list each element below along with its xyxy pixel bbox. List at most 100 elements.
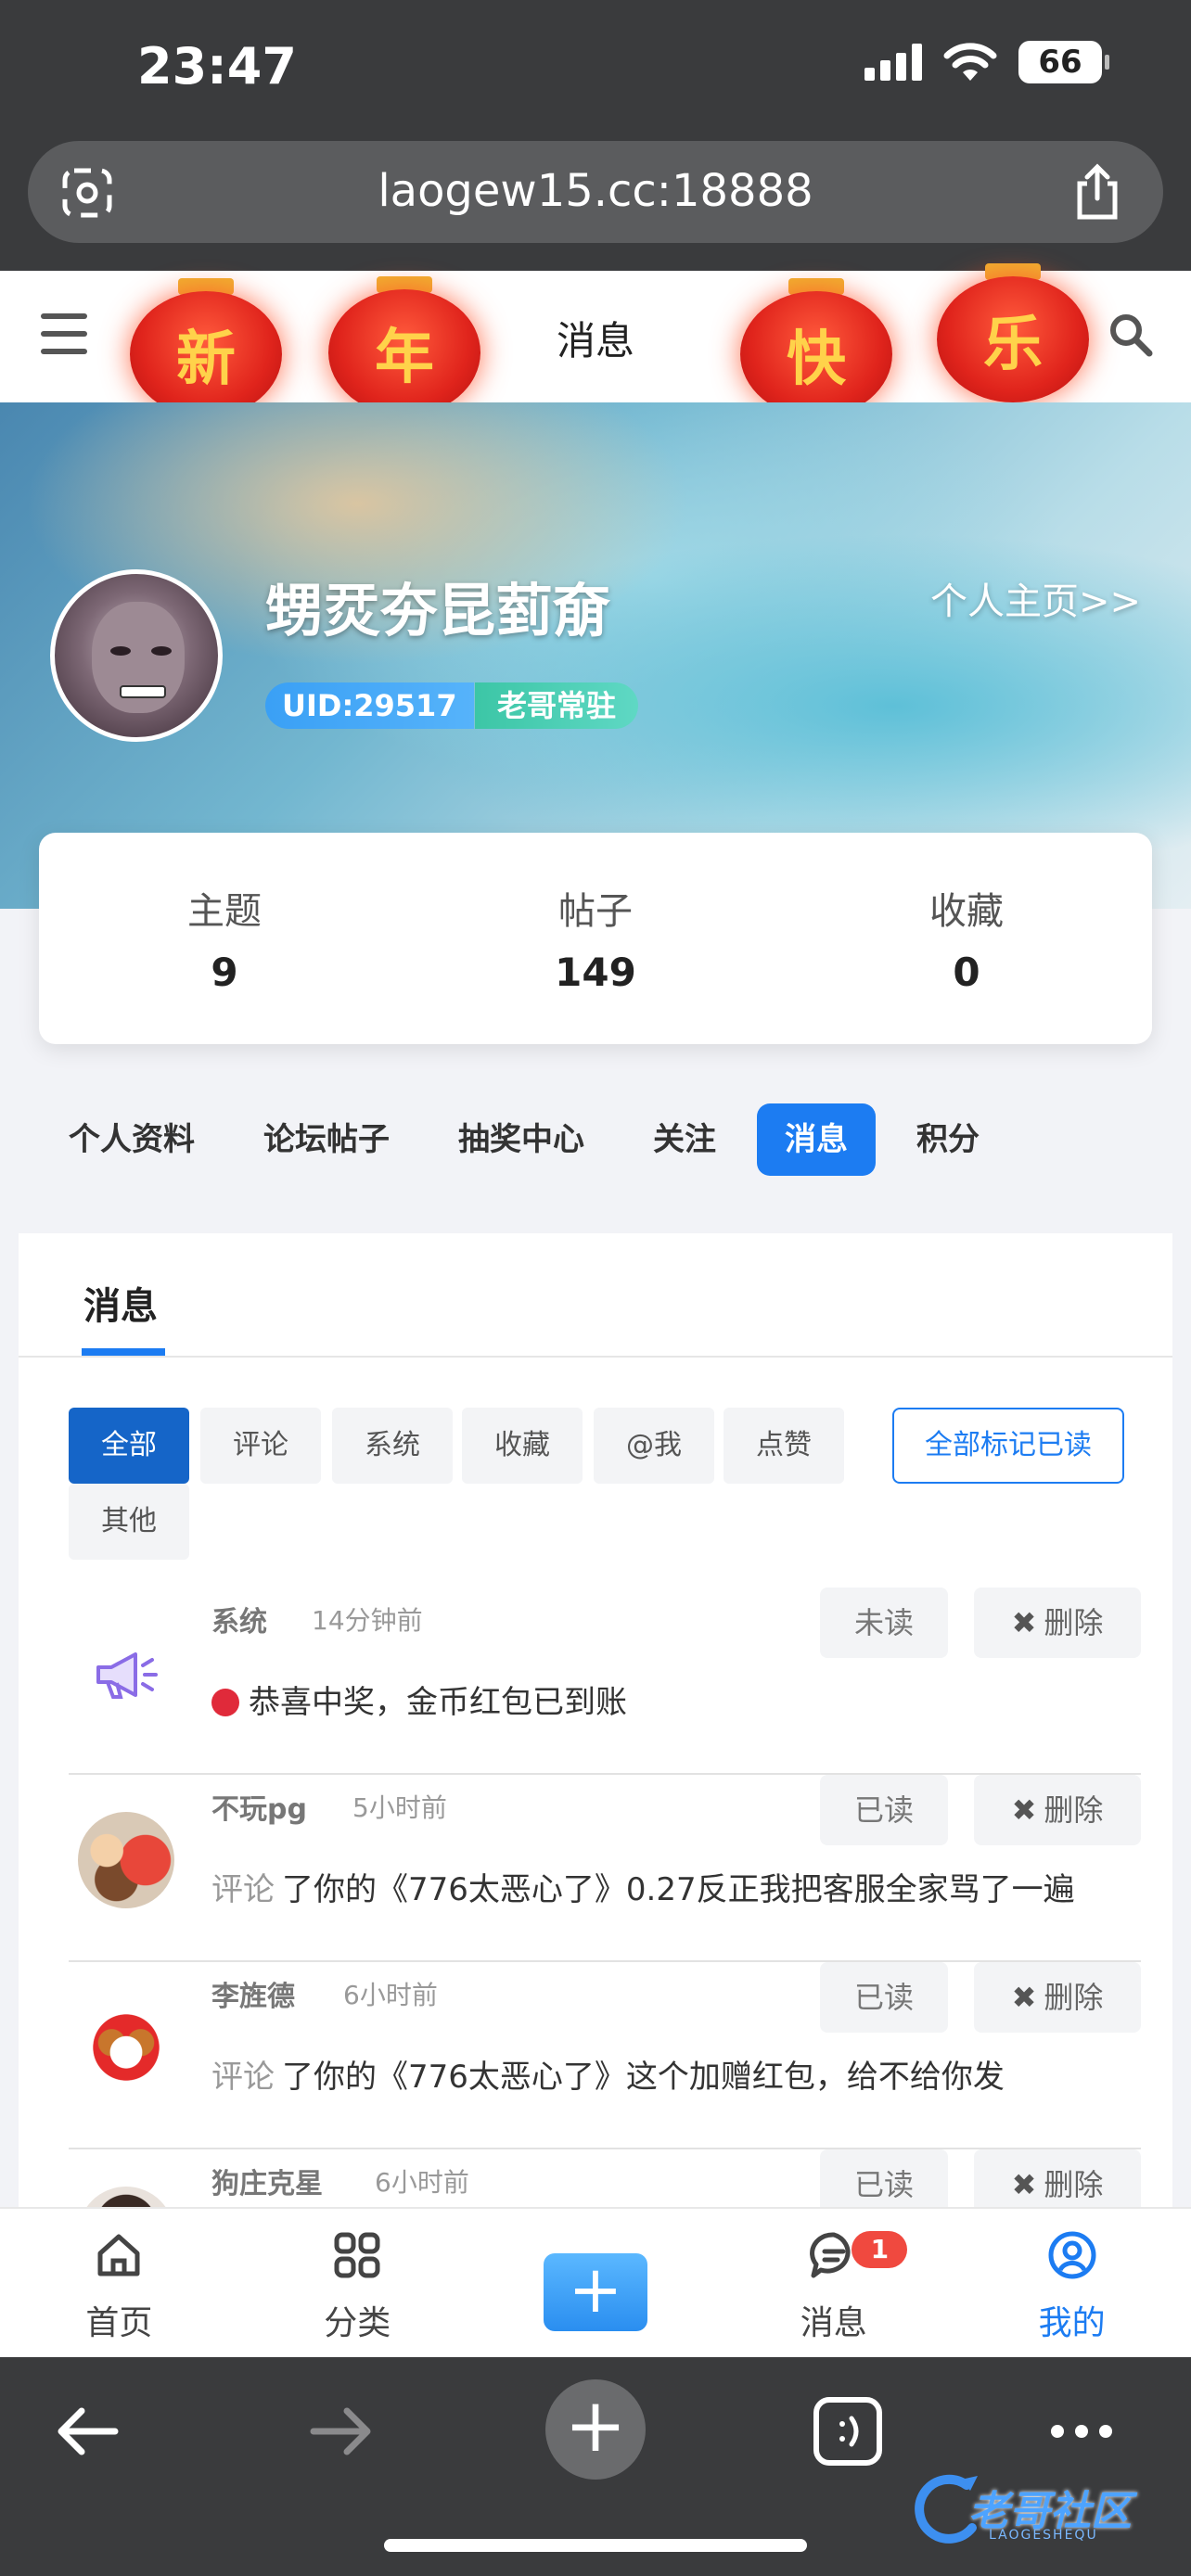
homepage-link[interactable]: 个人主页>> <box>930 571 1141 625</box>
stat-value: 9 <box>211 950 238 995</box>
filter-comments[interactable]: 评论 <box>200 1408 321 1484</box>
active-tab-indicator <box>82 1348 165 1356</box>
read-status-button[interactable]: 未读 <box>820 1588 948 1658</box>
tab-messages[interactable]: 消息 <box>757 1103 876 1176</box>
uid-badge: UID:29517 <box>265 682 474 729</box>
message-prefix: 评论 <box>211 1871 275 1908</box>
mark-all-read-button[interactable]: 全部标记已读 <box>892 1408 1124 1484</box>
share-icon[interactable] <box>1072 163 1122 221</box>
tab-lottery[interactable]: 抽奖中心 <box>430 1103 612 1176</box>
read-status-button[interactable]: 已读 <box>820 1775 948 1845</box>
nav-category[interactable]: 分类 <box>238 2209 477 2357</box>
stat-posts[interactable]: 帖子 149 <box>410 833 781 1044</box>
filter-likes[interactable]: 点赞 <box>724 1408 844 1484</box>
read-status-button[interactable]: 已读 <box>820 2149 948 2207</box>
tab-profile[interactable]: 个人资料 <box>41 1103 223 1176</box>
stat-value: 149 <box>555 950 636 995</box>
tab-forum-posts[interactable]: 论坛帖子 <box>236 1103 417 1176</box>
nav-messages[interactable]: 1 消息 <box>714 2209 953 2357</box>
bottom-nav: 首页 分类 + 1 消息 我的 <box>0 2207 1191 2357</box>
user-avatar[interactable] <box>50 569 223 742</box>
notification-badge: 1 <box>852 2231 908 2268</box>
delete-label: 删除 <box>1044 1980 1104 2015</box>
stat-label: 主题 <box>187 890 262 933</box>
nav-home[interactable]: 首页 <box>0 2209 238 2357</box>
close-icon: ✖ <box>1011 2167 1037 2202</box>
battery-icon: 66 <box>1018 41 1109 83</box>
close-icon: ✖ <box>1011 1792 1037 1828</box>
nav-label: 首页 <box>85 2304 153 2342</box>
delete-button[interactable]: ✖ 删除 <box>974 1775 1141 1845</box>
message-time: 14分钟前 <box>312 1605 423 1636</box>
filter-other[interactable]: 其他 <box>69 1484 189 1560</box>
search-icon[interactable] <box>1108 312 1154 358</box>
avatar[interactable] <box>78 1812 174 1908</box>
message-body: 恭喜中奖，金币红包已到账 <box>211 1677 627 1722</box>
message-sender[interactable]: 系统 <box>211 1599 267 1639</box>
wifi-icon <box>943 43 997 81</box>
watermark-logo: 老哥社区 LAOGESHEQU <box>911 2467 1180 2550</box>
stat-label: 帖子 <box>558 890 633 933</box>
message-item[interactable]: 不玩pg 5小时前 已读 ✖ 删除 评论 了你的《776太恶心了》0.27反正我把客… <box>69 1775 1141 1962</box>
nav-label: 我的 <box>1038 2304 1106 2342</box>
message-item[interactable]: 系统 14分钟前 未读 ✖ 删除 恭喜中奖，金币红包已到账 <box>69 1588 1141 1775</box>
message-time: 6小时前 <box>343 1980 438 2010</box>
home-icon <box>97 2234 140 2276</box>
delete-label: 删除 <box>1044 2167 1104 2202</box>
filter-favorites[interactable]: 收藏 <box>462 1408 583 1484</box>
back-arrow-icon[interactable] <box>50 2394 124 2468</box>
read-status-button[interactable]: 已读 <box>820 1962 948 2033</box>
filter-all[interactable]: 全部 <box>69 1408 189 1484</box>
tab-following[interactable]: 关注 <box>625 1103 744 1176</box>
message-item[interactable]: 狗庄克星 6小时前 已读 ✖ 删除 <box>69 2149 1141 2207</box>
message-body[interactable]: 评论 了你的《776太恶心了》这个加赠红包，给不给你发 <box>211 2051 1005 2097</box>
delete-label: 删除 <box>1044 1605 1104 1640</box>
filter-system[interactable]: 系统 <box>332 1408 453 1484</box>
message-text: 了你的《776太恶心了》这个加赠红包，给不给你发 <box>282 2059 1005 2096</box>
avatar[interactable] <box>78 2187 174 2207</box>
nav-create[interactable]: + <box>477 2209 715 2357</box>
message-text: 恭喜中奖，金币红包已到账 <box>249 1684 627 1721</box>
delete-button[interactable]: ✖ 删除 <box>974 2149 1141 2207</box>
cellular-signal-icon <box>864 44 922 81</box>
filter-mentions[interactable]: @我 <box>594 1408 714 1484</box>
delete-button[interactable]: ✖ 删除 <box>974 1962 1141 2033</box>
new-tab-button[interactable]: + <box>545 2379 646 2480</box>
home-indicator[interactable] <box>384 2539 807 2552</box>
avatar[interactable] <box>78 1999 174 2096</box>
forward-arrow-icon[interactable] <box>304 2394 378 2468</box>
divider <box>19 1356 1172 1358</box>
more-icon[interactable] <box>1044 2394 1119 2468</box>
tabs-icon[interactable] <box>811 2394 885 2468</box>
message-prefix: 评论 <box>211 2059 275 2096</box>
unread-dot-icon <box>211 1689 239 1716</box>
nav-label: 分类 <box>324 2304 391 2342</box>
status-time: 23:47 <box>137 37 297 96</box>
message-sender[interactable]: 狗庄克星 <box>211 2161 323 2201</box>
delete-button[interactable]: ✖ 删除 <box>974 1588 1141 1658</box>
status-icons: 66 <box>864 41 1109 83</box>
panel-title[interactable]: 消息 <box>83 1276 158 1330</box>
watermark-subtext: LAOGESHEQU <box>989 2528 1098 2543</box>
username: 甥烎夯昆菿奟 <box>265 577 611 644</box>
url-text[interactable]: laogew15.cc:18888 <box>28 165 1163 217</box>
message-time: 5小时前 <box>352 1792 447 1823</box>
plus-icon[interactable]: + <box>543 2253 647 2331</box>
stat-topics[interactable]: 主题 9 <box>39 833 410 1044</box>
delete-label: 删除 <box>1044 1792 1104 1828</box>
message-sender[interactable]: 李旌德 <box>211 1973 295 2014</box>
close-icon: ✖ <box>1011 1980 1037 2015</box>
nav-mine[interactable]: 我的 <box>953 2209 1191 2357</box>
messages-panel: 消息 全部 评论 系统 收藏 @我 点赞 其他 全部标记已读 系统 14分钟前 … <box>19 1233 1172 2207</box>
stat-label: 收藏 <box>929 890 1004 933</box>
message-text: 了你的《776太恶心了》0.27反正我把客服全家骂了一遍 <box>282 1871 1075 1908</box>
message-time: 6小时前 <box>375 2167 469 2198</box>
stat-favorites[interactable]: 收藏 0 <box>781 833 1152 1044</box>
megaphone-icon <box>78 1625 174 1721</box>
message-item[interactable]: 李旌德 6小时前 已读 ✖ 删除 评论 了你的《776太恶心了》这个加赠红包，给不给… <box>69 1962 1141 2149</box>
address-bar[interactable]: laogew15.cc:18888 <box>28 141 1163 243</box>
nav-label: 消息 <box>800 2304 867 2342</box>
tab-points[interactable]: 积分 <box>889 1103 1007 1176</box>
message-body[interactable]: 评论 了你的《776太恶心了》0.27反正我把客服全家骂了一遍 <box>211 1864 1075 1909</box>
message-sender[interactable]: 不玩pg <box>211 1786 307 1827</box>
